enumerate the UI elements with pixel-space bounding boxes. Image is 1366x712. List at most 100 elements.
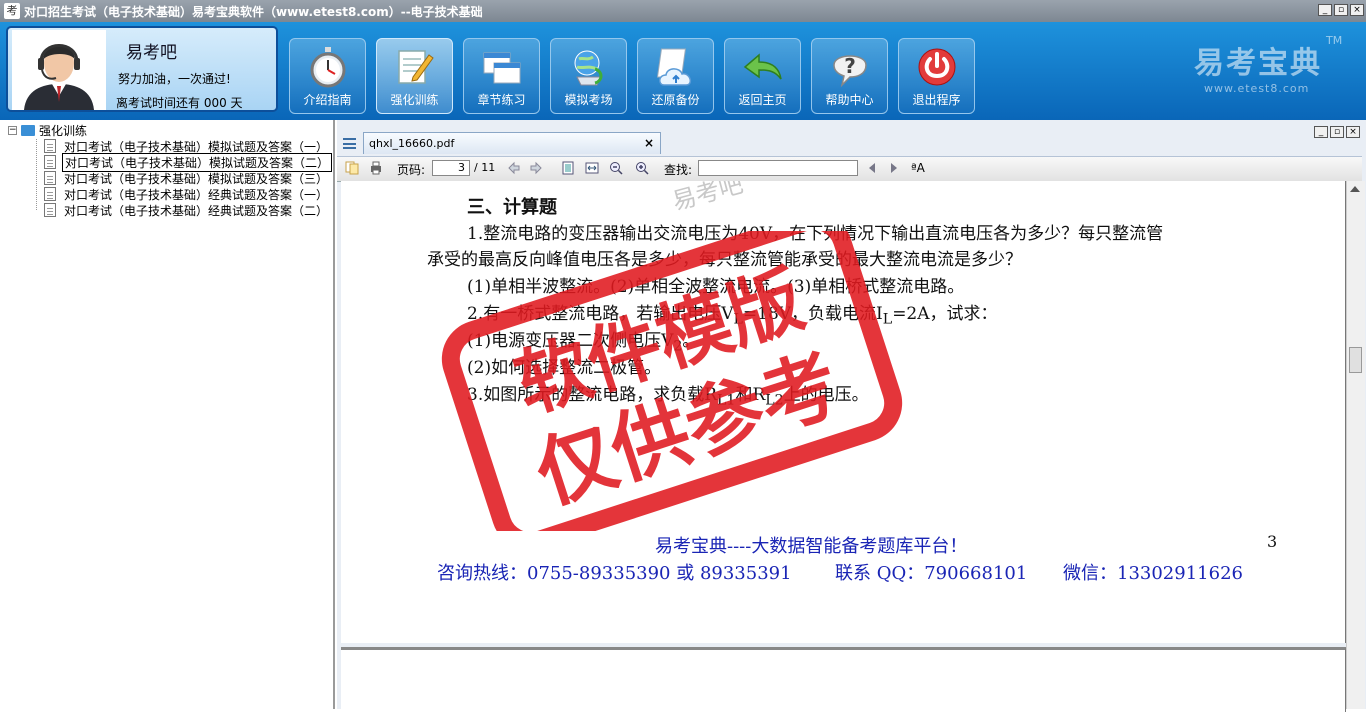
question-text: (1)单相半波整流。(2)单相全波整流电流。(3)单相桥式整流电路。 [467,277,965,297]
find-previous-icon[interactable] [865,161,879,175]
vertical-scrollbar[interactable] [1346,181,1365,709]
app-icon: 考 [4,3,20,19]
pdf-toolbar: 页码: 3 / 11 查找: ªA [337,156,1362,182]
chapter-tree: − 强化训练 对口考试（电子技术基础）模拟试题及答案（一） 对口考试（电子技术基… [0,120,335,709]
find-input[interactable] [698,160,858,176]
toolbar-button-home[interactable]: 返回主页 [724,38,801,114]
tree-connector [36,139,37,210]
contact-hotline: 咨询热线：0755-89335390 或 89335391 [437,563,792,584]
document-tab[interactable]: qhxl_16660.pdf × [363,132,661,154]
help-question-icon: ? [833,54,867,88]
toolbar-button-label: 还原备份 [651,93,700,107]
tree-item-label: 对口考试（电子技术基础）模拟试题及答案（三） [64,171,329,186]
window-title: 对口招生考试（电子技术基础）易考宝典软件（www.etest8.com）--电子… [24,5,483,19]
windows-stack-icon [483,52,521,84]
copy-icon[interactable] [345,161,359,175]
power-icon [918,48,956,86]
main-toolbar: 易考吧 努力加油，一次通过! 离考试时间还有 000 天 介绍指南 强化训练 章… [0,22,1366,120]
page-number: 3 [1267,532,1278,551]
toolbar-button-training[interactable]: 强化训练 [376,38,453,114]
avatar [12,30,106,110]
toolbar-button-label: 返回主页 [738,93,787,107]
panel-minimize-button[interactable]: _ [1314,126,1328,138]
brand-trademark: TM [1326,34,1343,47]
menu-icon[interactable] [343,138,356,149]
contact-wechat: 微信：13302911626 [1063,563,1243,584]
question-text: (2)如何选择整流二极管。 [467,358,662,378]
toolbar-button-chapter[interactable]: 章节练习 [463,38,540,114]
stopwatch-icon [310,47,346,88]
total-pages: / 11 [474,161,496,174]
toolbar-button-label: 退出程序 [912,93,961,107]
tree-item[interactable]: 对口考试（电子技术基础）模拟试题及答案（一） [44,139,330,154]
user-motto: 努力加油，一次通过! [118,72,231,86]
title-bar: 考 对口招生考试（电子技术基础）易考宝典软件（www.etest8.com）--… [0,0,1366,22]
cloud-backup-icon [656,48,692,86]
user-name: 易考吧 [126,43,177,63]
restore-button[interactable]: ▫ [1334,4,1348,16]
brand-logo: 易考宝典 TM www.etest8.com [1194,34,1342,95]
tree-root[interactable]: − 强化训练 [8,123,88,138]
toolbar-button-label: 介绍指南 [303,93,352,107]
zoom-in-icon[interactable] [635,161,649,175]
customer-service-avatar-icon [12,30,106,110]
tree-item[interactable]: 对口考试（电子技术基础）模拟试题及答案（三） [44,171,330,186]
user-card: 易考吧 努力加油，一次通过! 离考试时间还有 000 天 [6,26,278,112]
question-text: 1.整流电路的变压器输出交流电压为40V，在下列情况下输出直流电压各为多少？每只… [467,224,1164,244]
watermark-text: 易考吧 [669,181,747,216]
contact-qq: 联系 QQ：790668101 [835,563,1028,584]
footer-slogan: 易考宝典----大数据智能备考题库平台！ [655,536,968,557]
pdf-next-page [341,647,1346,712]
tree-item-label: 对口考试（电子技术基础）经典试题及答案（一） [64,187,329,202]
notepad-pencil-icon [398,50,434,84]
toolbar-button-intro[interactable]: 介绍指南 [289,38,366,114]
document-icon [44,203,56,217]
tab-close-icon[interactable]: × [644,136,654,150]
exam-countdown: 离考试时间还有 000 天 [116,96,243,110]
text-size-icon[interactable]: ªA [911,161,925,175]
panel-close-button[interactable]: × [1346,126,1360,138]
tree-item[interactable]: 对口考试（电子技术基础）经典试题及答案（二） [44,203,330,218]
toolbar-button-exit[interactable]: 退出程序 [898,38,975,114]
toolbar-button-help[interactable]: ? 帮助中心 [811,38,888,114]
brand-url: www.etest8.com [1204,82,1310,95]
toolbar-button-mock-exam[interactable]: 模拟考场 [550,38,627,114]
print-icon[interactable] [369,161,383,175]
collapse-icon[interactable]: − [8,125,17,135]
tree-item[interactable]: 对口考试（电子技术基础）经典试题及答案（一） [44,187,330,202]
previous-page-icon[interactable] [507,161,521,175]
tree-root-label: 强化训练 [39,123,88,138]
toolbar-button-label: 强化训练 [390,93,439,107]
document-icon [44,171,56,185]
toolbar-button-label: 帮助中心 [825,93,874,107]
zoom-out-icon[interactable] [609,161,623,175]
find-label: 查找: [664,163,693,177]
scroll-thumb[interactable] [1349,347,1362,373]
panel-controls: _ ▫ × [1314,126,1360,138]
close-button[interactable]: × [1350,4,1364,16]
document-icon [44,139,56,153]
fit-page-icon[interactable] [561,161,575,175]
toolbar-button-restore-backup[interactable]: 还原备份 [637,38,714,114]
pdf-viewer: qhxl_16660.pdf × _ ▫ × 页码: 3 / 11 查找: ªA… [337,120,1366,712]
folder-icon [21,124,35,136]
fit-width-icon[interactable] [585,161,599,175]
next-page-icon[interactable] [529,161,543,175]
question-text: 3.如图所示的整流电路，求负载RL1和RL2上的电压。 [467,385,869,409]
minimize-button[interactable]: _ [1318,4,1332,16]
panel-restore-button[interactable]: ▫ [1330,126,1344,138]
section-heading: 三、计算题 [467,197,557,218]
document-icon [44,187,56,201]
globe-refresh-icon [574,50,603,86]
pdf-page: 易考吧 三、计算题 1.整流电路的变压器输出交流电压为40V，在下列情况下输出直… [341,181,1346,643]
find-next-icon[interactable] [887,161,901,175]
tab-filename: qhxl_16660.pdf [369,137,455,150]
tree-item-label: 对口考试（电子技术基础）经典试题及答案（二） [64,203,329,218]
brand-name: 易考宝典 [1194,46,1322,81]
question-text: 承受的最高反向峰值电压各是多少，每只整流管能承受的最大整流电流是多少？ [427,250,1022,270]
tree-item-selected[interactable]: 对口考试（电子技术基础）模拟试题及答案（二） [44,152,333,172]
question-text: 2.有一桥式整流电路，若输出电压VL=18V，负载电流IL=2A，试求： [467,304,998,328]
scroll-up-icon[interactable] [1350,186,1360,192]
svg-text:?: ? [844,54,856,78]
page-number-input[interactable]: 3 [432,160,470,176]
